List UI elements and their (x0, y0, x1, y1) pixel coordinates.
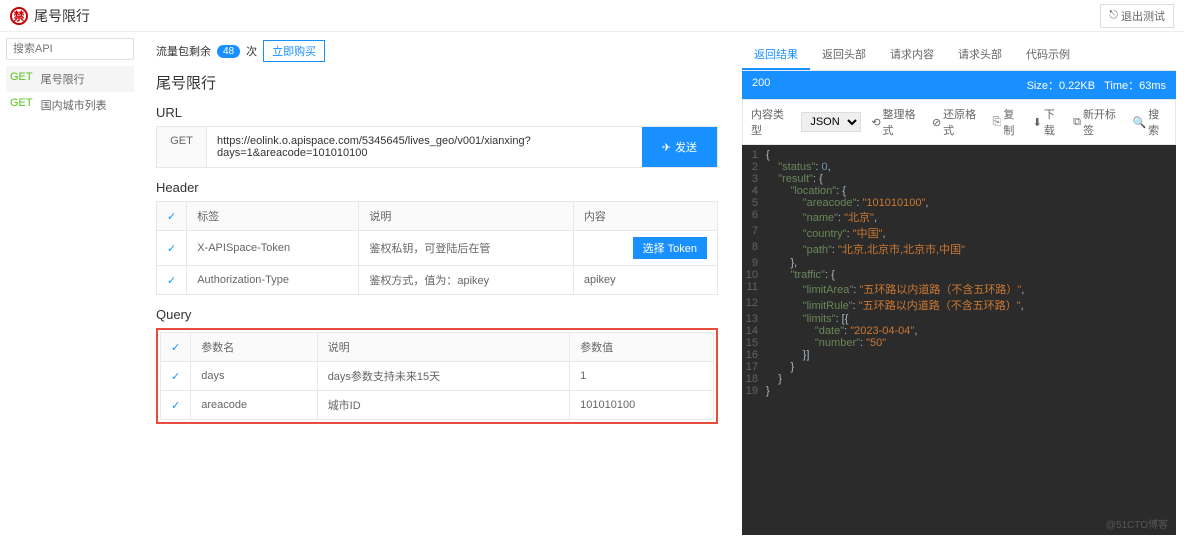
resp-size: Size：0.22KB (1027, 80, 1095, 92)
table-row: ✓ days days参数支持未来15天 1 (161, 362, 714, 391)
send-button[interactable]: ✈ 发送 (642, 127, 717, 167)
api-name-label: 国内城市列表 (41, 97, 107, 113)
status-code: 200 (752, 77, 770, 93)
table-row: ✓ X-APISpace-Token 鉴权私钥，可登陆后在管 选择 Token (157, 231, 718, 266)
flow-count-badge: 48 (217, 45, 240, 58)
method-label: GET (10, 97, 33, 113)
api-name-label: 尾号限行 (41, 71, 85, 87)
col-desc: 说明 (317, 333, 569, 362)
table-row: ✓ areacode 城市ID 101010100 (161, 391, 714, 420)
url-section-label: URL (156, 105, 718, 120)
url-input[interactable]: https://eolink.o.apispace.com/5345645/li… (207, 127, 642, 167)
restore-button[interactable]: ⊘ 还原格式 (932, 106, 983, 138)
query-table: ✓ 参数名 说明 参数值 ✓ days days参数支持未来15天 1 ✓ ar… (160, 332, 714, 420)
url-method: GET (157, 127, 207, 167)
col-desc: 说明 (359, 202, 574, 231)
sidebar-item-xianxing[interactable]: GET 尾号限行 (6, 66, 134, 92)
check-icon[interactable]: ✓ (171, 371, 180, 383)
page-header-title: 尾号限行 (34, 6, 90, 26)
flow-unit: 次 (246, 43, 257, 59)
download-button[interactable]: ⬇ 下载 (1033, 106, 1063, 138)
tab-req-body[interactable]: 请求内容 (878, 40, 946, 70)
sidebar-item-citylist[interactable]: GET 国内城市列表 (6, 92, 134, 118)
table-row: ✓ Authorization-Type 鉴权方式，值为：apikey apik… (157, 266, 718, 295)
response-code-area[interactable]: 1{2 "status": 0,3 "result": {4 "location… (742, 145, 1176, 535)
tab-resp-header[interactable]: 返回头部 (810, 40, 878, 70)
check-icon[interactable]: ✓ (167, 243, 176, 255)
search-api-input[interactable] (6, 38, 134, 60)
col-value: 参数值 (570, 333, 714, 362)
method-label: GET (10, 71, 33, 87)
select-token-button[interactable]: 选择 Token (633, 237, 707, 259)
logo-icon: 禁 (10, 7, 28, 25)
exit-test-button[interactable]: ⎋ 退出测试 (1100, 4, 1174, 28)
query-section-label: Query (156, 307, 718, 322)
buy-button[interactable]: 立即购买 (263, 40, 325, 62)
tidy-button[interactable]: ⟲ 整理格式 (871, 106, 922, 138)
status-bar: 200 Size：0.22KB Time：63ms (742, 71, 1176, 99)
tab-req-header[interactable]: 请求头部 (946, 40, 1014, 70)
content-type-label: 内容类型 (751, 106, 791, 138)
page-title: 尾号限行 (156, 72, 718, 93)
header-section-label: Header (156, 180, 718, 195)
watermark: @51CTO博客 (1106, 516, 1168, 531)
send-icon: ✈ (662, 141, 671, 154)
col-tag: 标签 (187, 202, 359, 231)
tab-code-sample[interactable]: 代码示例 (1014, 40, 1082, 70)
format-select[interactable]: JSON (801, 112, 861, 132)
col-param: 参数名 (191, 333, 317, 362)
tab-result[interactable]: 返回结果 (742, 40, 810, 70)
col-content: 内容 (573, 202, 717, 231)
check-icon[interactable]: ✓ (167, 275, 176, 287)
copy-button[interactable]: ⎘ 复制 (993, 106, 1023, 138)
flow-label: 流量包剩余 (156, 43, 211, 59)
resp-time: Time：63ms (1104, 80, 1166, 92)
search-button[interactable]: 🔍 搜索 (1132, 106, 1167, 138)
check-icon[interactable]: ✓ (171, 400, 180, 412)
check-icon[interactable]: ✓ (171, 342, 180, 354)
header-table: ✓ 标签 说明 内容 ✓ X-APISpace-Token 鉴权私钥，可登陆后在… (156, 201, 718, 295)
exit-icon: ⎋ (1109, 9, 1118, 22)
newtab-button[interactable]: ⧉ 新开标签 (1073, 106, 1122, 138)
query-highlight-box: ✓ 参数名 说明 参数值 ✓ days days参数支持未来15天 1 ✓ ar… (156, 328, 718, 424)
check-icon[interactable]: ✓ (167, 211, 176, 223)
